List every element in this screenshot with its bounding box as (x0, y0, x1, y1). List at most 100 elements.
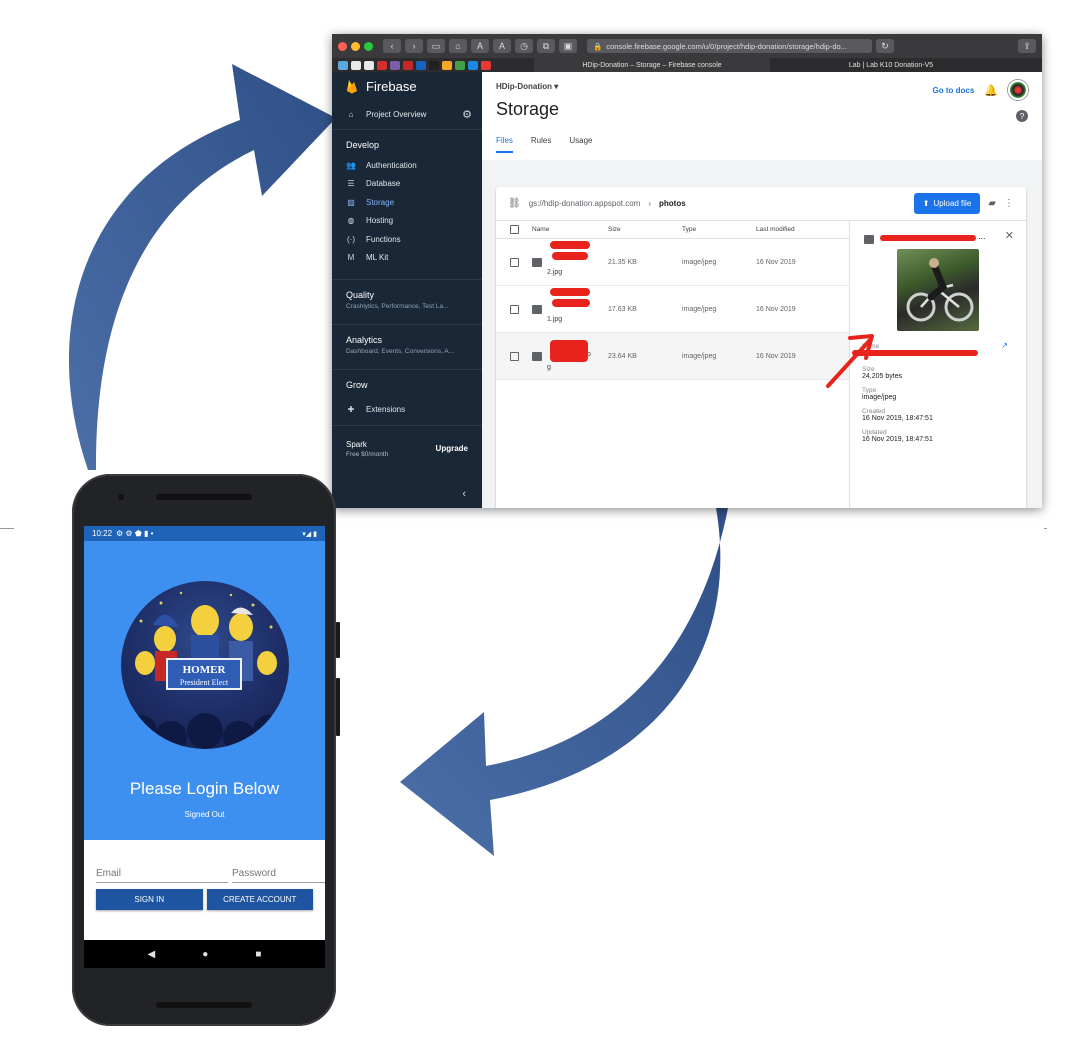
bookmark-icon[interactable] (377, 60, 387, 70)
sidebar-item-functions[interactable]: (·) Functions (332, 230, 482, 249)
image-icon (532, 351, 542, 361)
sidebar-item-storage[interactable]: ▨ Storage (332, 193, 482, 212)
sign-in-button[interactable]: SIGN IN (96, 889, 203, 910)
file-name-cell[interactable]: p g (532, 339, 608, 371)
browser-tab[interactable]: Lab | Lab K10 Donation-V5 (773, 58, 1009, 72)
sidebar-item-authentication[interactable]: 👥 Authentication (332, 156, 482, 175)
row-checkbox[interactable] (509, 351, 519, 361)
bookmark-icon[interactable] (338, 60, 348, 70)
create-account-button[interactable]: CREATE ACCOUNT (206, 889, 313, 910)
bookmark-icon[interactable] (364, 60, 374, 70)
firebase-brand[interactable]: Firebase (332, 72, 482, 100)
collapse-sidebar-icon[interactable]: ‹ (462, 488, 466, 500)
select-all-checkbox[interactable] (509, 225, 519, 234)
more-vert-icon[interactable]: ⋮ (1004, 198, 1014, 209)
firebase-logo-icon (347, 79, 357, 93)
status-time: 10:22 (92, 529, 113, 538)
col-last-modified[interactable]: Last modified (756, 226, 849, 233)
text-larger-button[interactable]: A (493, 39, 511, 53)
link-icon[interactable]: ⛓ (508, 198, 521, 209)
image-preview[interactable] (897, 249, 979, 331)
table-row[interactable]: 2.jpg 21.35 KB image/jpeg 16 Nov 2019 (496, 239, 849, 286)
section-quality-title[interactable]: Quality (332, 286, 482, 303)
table-row-selected[interactable]: p g 23.64 KB image/jpeg 16 Nov 2019 (496, 333, 849, 380)
maximize-window-button[interactable] (364, 41, 373, 51)
table-row[interactable]: 1.jpg 17.63 KB image/jpeg 16 Nov 2019 (496, 286, 849, 333)
gear-icon[interactable]: ⚙ (462, 108, 472, 121)
chevron-down-icon: ▾ (554, 82, 559, 91)
col-type[interactable]: Type (682, 226, 756, 233)
home-circle-icon[interactable]: ● (202, 949, 208, 960)
tabs-overview-icon[interactable]: ⧉ (537, 39, 555, 53)
bell-icon[interactable]: 🔔 (984, 84, 998, 97)
sidebar-item-ml-kit[interactable]: M ML Kit (332, 249, 482, 268)
address-bar[interactable]: 🔒 console.firebase.google.com/u/0/projec… (587, 39, 872, 53)
forward-button[interactable]: › (405, 39, 423, 53)
home-icon[interactable]: ⌂ (449, 39, 467, 53)
browser-tab-active[interactable]: HDip-Donation – Storage – Firebase conso… (534, 58, 770, 72)
close-icon[interactable]: ✕ (1005, 229, 1014, 242)
upload-file-button[interactable]: ⬆ Upload file (913, 193, 981, 214)
file-size: 23.64 KB (608, 352, 637, 360)
tab-rules[interactable]: Rules (531, 136, 551, 153)
history-icon[interactable]: ◷ (515, 39, 533, 53)
storage-main: HDip-Donation ▾ Go to docs 🔔 Storage ? F… (482, 72, 1042, 508)
share-icon[interactable]: ⇪ (1018, 39, 1036, 53)
minimize-window-button[interactable] (351, 41, 360, 51)
go-to-docs-link[interactable]: Go to docs (933, 86, 975, 95)
bookmark-icon[interactable] (468, 60, 478, 70)
bookmark-icon[interactable] (481, 60, 491, 70)
bucket-path[interactable]: gs://hdip-donation.appspot.com (529, 199, 641, 208)
select-all-cell (496, 225, 532, 234)
reload-icon[interactable]: ↻ (876, 39, 894, 53)
password-field[interactable] (232, 865, 325, 883)
sidebar-item-extensions[interactable]: ✚ Extensions (332, 400, 482, 419)
android-nav-bar: ◀ ● ■ (84, 940, 325, 968)
screen-icon[interactable]: ▣ (559, 39, 577, 53)
bookmark-icon[interactable] (455, 60, 465, 70)
section-analytics-title[interactable]: Analytics (332, 331, 482, 348)
row-checkbox[interactable] (509, 304, 519, 314)
project-overview-link[interactable]: ⌂ Project Overview ⚙ (332, 100, 482, 130)
volume-button[interactable] (336, 678, 340, 736)
file-size: 21.35 KB (608, 258, 637, 266)
bookmark-icon[interactable] (403, 60, 413, 70)
plan-info: Spark Free $0/month Upgrade (332, 432, 482, 466)
recents-square-icon[interactable]: ■ (255, 949, 261, 960)
back-icon[interactable]: ◀ (148, 949, 156, 960)
redaction-mark (550, 240, 590, 249)
row-checkbox[interactable] (509, 257, 519, 267)
file-name-cell[interactable]: 2.jpg (532, 240, 608, 276)
bookmark-icon[interactable] (416, 60, 426, 70)
text-smaller-button[interactable]: A (471, 39, 489, 53)
bookmark-icon[interactable] (429, 60, 439, 70)
new-folder-icon[interactable]: ▰ (988, 198, 996, 209)
sidebar-item-hosting[interactable]: ◍ Hosting (332, 212, 482, 231)
browser-toolbar: ‹ › ▭ ⌂ A A ◷ ⧉ ▣ 🔒 console.firebase.goo… (332, 34, 1042, 58)
close-window-button[interactable] (338, 41, 347, 51)
file-name-cell[interactable]: 1.jpg (532, 287, 608, 323)
avatar[interactable] (1008, 80, 1028, 100)
upgrade-button[interactable]: Upgrade (436, 444, 468, 453)
divider (332, 279, 482, 280)
back-button[interactable]: ‹ (383, 39, 401, 53)
section-develop-title[interactable]: Develop (332, 130, 482, 156)
tab-files[interactable]: Files (496, 136, 513, 153)
tab-usage[interactable]: Usage (569, 136, 592, 153)
col-name[interactable]: Name (532, 226, 608, 233)
sidebar-toggle-icon[interactable]: ▭ (427, 39, 445, 53)
email-field[interactable] (96, 865, 228, 883)
bookmark-icon[interactable] (442, 60, 452, 70)
bookmark-icon[interactable] (390, 60, 400, 70)
bookmark-icon[interactable] (351, 60, 361, 70)
bottom-speaker (156, 1002, 252, 1008)
files-layout: Name Size Type Last modified 2.jpg 21.35… (496, 221, 1026, 508)
power-button[interactable] (336, 622, 340, 658)
help-icon[interactable]: ? (1016, 110, 1028, 122)
sidebar-item-database[interactable]: ☰ Database (332, 175, 482, 194)
col-size[interactable]: Size (608, 226, 682, 233)
open-external-icon[interactable]: ↗ (1001, 341, 1008, 350)
page-header: HDip-Donation ▾ Go to docs 🔔 Storage ? F… (482, 72, 1042, 160)
section-grow-title[interactable]: Grow (332, 376, 482, 396)
divider (332, 424, 482, 426)
